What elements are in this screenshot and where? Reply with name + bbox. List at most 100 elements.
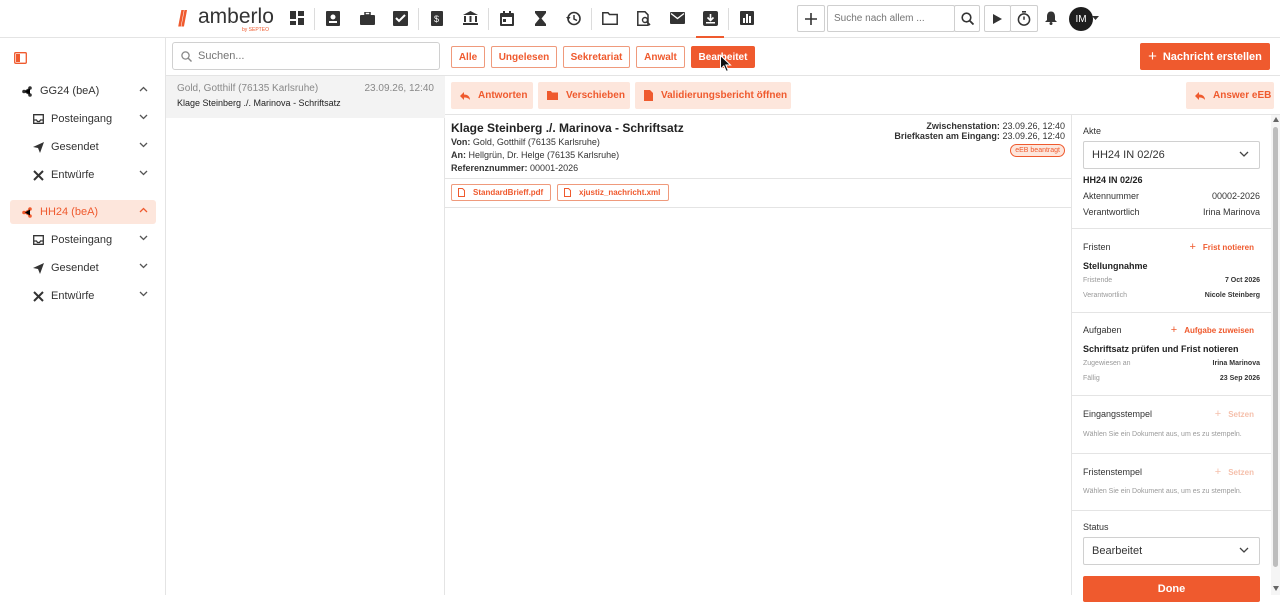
scroll-down-icon[interactable]: [1273, 586, 1279, 591]
filter-chip-sekretariat[interactable]: Sekretariat: [563, 46, 630, 68]
chevron-down-icon[interactable]: [139, 235, 148, 241]
from-label: Von:: [451, 137, 471, 147]
answer-eeb-button[interactable]: Answer eEB: [1186, 82, 1274, 109]
sidebar: GG24 (beA) Posteingang Gesendet Entwürfe…: [0, 38, 166, 595]
done-button[interactable]: Done: [1083, 576, 1260, 602]
chevron-down-icon[interactable]: [139, 142, 148, 148]
answer-eeb-label: Answer eEB: [1213, 90, 1272, 101]
attachment-pdf[interactable]: StandardBrieff.pdf: [451, 184, 551, 201]
set-eingangsstempel-button[interactable]: + Setzen: [1215, 408, 1254, 420]
frist-title: Stellungnahme: [1083, 261, 1148, 271]
caret-down-icon[interactable]: [1090, 8, 1100, 28]
add-button[interactable]: [797, 5, 825, 32]
message-view: Klage Steinberg ./. Marinova - Schriftsa…: [445, 115, 1071, 595]
briefkasten: Briefkasten am Eingang: 23.09.26, 12:40: [894, 131, 1065, 141]
plus-icon: +: [1148, 48, 1157, 65]
message-search-input[interactable]: [198, 50, 428, 62]
set-label: Setzen: [1228, 409, 1254, 419]
akte-title: HH24 IN 02/26: [1083, 175, 1143, 185]
sidebar-group-gg24[interactable]: GG24 (beA): [10, 79, 156, 103]
aktennummer-label: Aktennummer: [1083, 191, 1140, 201]
reports-icon[interactable]: [737, 8, 757, 28]
divider: [1072, 395, 1272, 396]
sidebar-item-gesendet[interactable]: Gesendet: [10, 135, 156, 159]
contacts-icon[interactable]: [323, 8, 343, 28]
chevron-down-icon[interactable]: [139, 291, 148, 297]
bea-inbox-icon[interactable]: [696, 8, 724, 39]
sidebar-item-posteingang[interactable]: Posteingang: [10, 228, 156, 252]
search-icon: [181, 50, 192, 62]
dashboard-icon[interactable]: [287, 8, 307, 28]
filter-chip-anwalt[interactable]: Anwalt: [636, 46, 685, 68]
history-icon[interactable]: [563, 8, 583, 28]
divider: [1072, 228, 1272, 229]
search-icon[interactable]: [954, 5, 980, 32]
message-title: Klage Steinberg ./. Marinova - Schriftsa…: [451, 121, 684, 135]
sidebar-item-posteingang[interactable]: Posteingang: [10, 107, 156, 131]
reply-button[interactable]: Antworten: [451, 82, 533, 109]
logo-mark: //: [178, 6, 187, 31]
list-item-from: Gold, Gotthilf (76135 Karlsruhe): [177, 83, 319, 94]
status-select[interactable]: Bearbeitet: [1083, 537, 1260, 565]
assign-task-label: Aufgabe zuweisen: [1184, 325, 1254, 335]
chevron-down-icon[interactable]: [139, 170, 148, 176]
scrollbar-thumb[interactable]: [1273, 127, 1278, 567]
sidebar-item-entwuerfe[interactable]: Entwürfe: [10, 163, 156, 187]
global-search-input[interactable]: [827, 5, 955, 32]
mouse-cursor-icon: [720, 55, 732, 73]
sidebar-item-entwuerfe[interactable]: Entwürfe: [10, 284, 156, 308]
plus-icon: +: [1214, 466, 1222, 478]
validation-report-button[interactable]: Validierungsbericht öffnen: [635, 82, 791, 109]
reply-icon: [1195, 91, 1205, 100]
set-label: Setzen: [1228, 467, 1254, 477]
briefcase-icon[interactable]: [357, 8, 377, 28]
scrollbar[interactable]: [1271, 115, 1280, 595]
list-item-subject: Klage Steinberg ./. Marinova - Schriftsa…: [177, 98, 341, 108]
sidebar-toggle-icon[interactable]: [14, 52, 28, 64]
share-icon: [22, 85, 32, 97]
create-message-button[interactable]: + Nachricht erstellen: [1140, 43, 1270, 70]
reference-value: 00001-2026: [530, 163, 579, 173]
bell-icon[interactable]: [1041, 8, 1061, 28]
akte-select[interactable]: HH24 IN 02/26: [1083, 141, 1260, 169]
add-frist-button[interactable]: + Frist notieren: [1189, 241, 1254, 253]
folder-icon[interactable]: [600, 8, 620, 28]
chevron-up-icon[interactable]: [139, 86, 148, 92]
amberlo-logo[interactable]: // amberlo by SEPTEO: [178, 4, 278, 34]
play-timer-button[interactable]: [984, 5, 1011, 32]
message-reference: Referenznummer: 00001-2026: [451, 163, 578, 173]
tools-icon: [33, 290, 44, 302]
frist-verantwortlich-value: Nicole Steinberg: [1204, 292, 1260, 299]
chevron-up-icon[interactable]: [139, 207, 148, 213]
filter-chip-alle[interactable]: Alle: [451, 46, 485, 68]
fristende-label: Fristende: [1083, 277, 1113, 284]
sidebar-item-gesendet[interactable]: Gesendet: [10, 256, 156, 280]
plus-icon: +: [1189, 241, 1196, 253]
chevron-down-icon[interactable]: [139, 114, 148, 120]
file-icon: [458, 188, 465, 197]
to-label: An:: [451, 150, 466, 160]
move-button[interactable]: Verschieben: [538, 82, 630, 109]
assign-task-button[interactable]: + Aufgabe zuweisen: [1171, 324, 1254, 336]
list-item[interactable]: Gold, Gotthilf (76135 Karlsruhe) 23.09.2…: [166, 76, 445, 118]
mail-icon[interactable]: [667, 8, 687, 28]
chevron-down-icon[interactable]: [139, 263, 148, 269]
document-search-icon[interactable]: [634, 8, 654, 28]
set-fristenstempel-button[interactable]: + Setzen: [1215, 466, 1254, 478]
calendar-icon[interactable]: [497, 8, 517, 28]
inbox-icon: [33, 114, 44, 124]
due-label: Fällig: [1083, 375, 1100, 382]
stopwatch-icon[interactable]: [1010, 5, 1038, 32]
message-search[interactable]: [172, 42, 440, 70]
sidebar-group-hh24[interactable]: HH24 (beA): [10, 200, 156, 224]
attachment-xml[interactable]: xjustiz_nachricht.xml: [557, 184, 669, 201]
hourglass-icon[interactable]: [530, 8, 550, 28]
status-select-value: Bearbeitet: [1092, 545, 1143, 557]
fristende-value: 7 Oct 2026: [1224, 277, 1260, 284]
scroll-up-icon[interactable]: [1273, 117, 1279, 122]
briefkasten-label: Briefkasten am Eingang:: [894, 131, 1000, 141]
tasks-icon[interactable]: [390, 8, 410, 28]
filter-chip-ungelesen[interactable]: Ungelesen: [491, 46, 557, 68]
invoice-icon[interactable]: $: [427, 8, 447, 28]
bank-icon[interactable]: [460, 8, 480, 28]
